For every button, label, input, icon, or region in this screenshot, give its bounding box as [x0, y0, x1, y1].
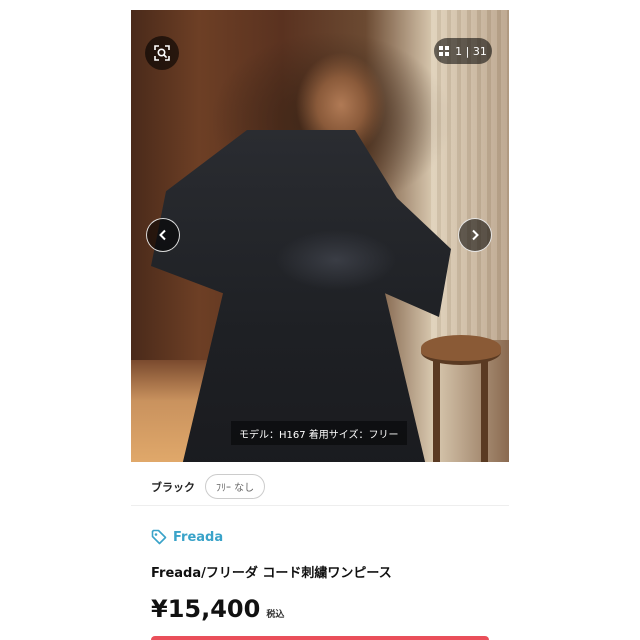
- next-image-button[interactable]: [458, 218, 492, 252]
- product-price: ¥15,400: [151, 595, 261, 623]
- tag-icon: [151, 529, 167, 545]
- counter-total: 31: [472, 44, 487, 58]
- zoom-search-icon: [154, 45, 170, 61]
- stool-leg: [433, 360, 440, 462]
- variant-selector: ブラック ﾌﾘｰ なし: [151, 474, 266, 499]
- product-photo-dress: [151, 130, 451, 462]
- model-size-caption: モデル：H167 着用サイズ：フリー: [231, 421, 407, 445]
- chevron-left-icon: [159, 229, 166, 241]
- image-counter[interactable]: 1 | 31: [434, 38, 492, 64]
- brand-name: Freada: [173, 529, 224, 545]
- divider: [131, 505, 509, 506]
- product-title: Freada/フリーダ コード刺繍ワンピース: [151, 566, 392, 581]
- grid-icon: [439, 46, 450, 56]
- brand-link[interactable]: Freada: [151, 529, 223, 545]
- chevron-right-icon: [472, 229, 479, 241]
- price-row: ¥15,400 税込: [151, 595, 284, 623]
- purchase-button[interactable]: [151, 636, 489, 640]
- previous-image-button[interactable]: [146, 218, 180, 252]
- counter-separator: |: [465, 44, 473, 58]
- product-page: 1 | 31 モデル：H167 着用サイズ：フリー ブラック ﾌﾘｰ なし Fr…: [131, 0, 509, 640]
- zoom-button[interactable]: [145, 36, 179, 70]
- size-chip[interactable]: ﾌﾘｰ なし: [205, 474, 266, 499]
- product-image-carousel[interactable]: 1 | 31 モデル：H167 着用サイズ：フリー: [131, 10, 509, 462]
- tax-label: 税込: [266, 610, 285, 620]
- color-label: ブラック: [151, 480, 195, 494]
- counter-current: 1: [455, 44, 463, 58]
- stool-leg: [481, 360, 488, 462]
